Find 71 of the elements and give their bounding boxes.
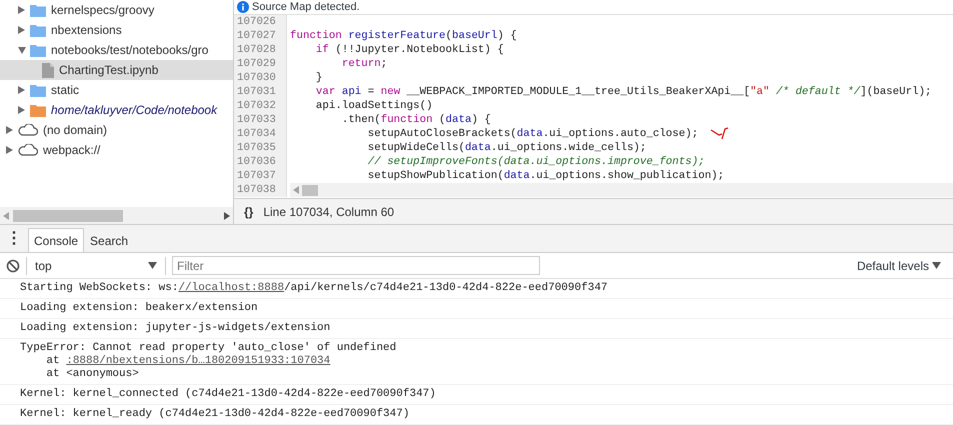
scrollbar-thumb[interactable] — [302, 184, 318, 196]
tree-item[interactable]: home/takluyver/Code/notebook — [0, 100, 233, 120]
line-number: 107030 — [234, 71, 287, 85]
tree-item[interactable]: notebooks/test/notebooks/gro — [0, 40, 233, 60]
notification-text: Source Map detected. — [252, 0, 360, 15]
code-line: api.loadSettings() — [314, 99, 433, 113]
expand-arrow-icon[interactable] — [18, 26, 25, 34]
line-number: 107034 — [234, 127, 287, 141]
console-message: Kernel: kernel_ready (c74d4e21-13d0-42d4-822e-eed70090f347) — [0, 405, 953, 425]
code-line: var api = new __WEBPACK_IMPORTED_MODULE_1__tree_Utils_BeakerXApi__["a" /* default */](baseUrl); — [314, 85, 932, 99]
filter-field[interactable]: Filter — [172, 256, 540, 275]
folder-icon — [30, 44, 46, 56]
tree-item[interactable]: static — [0, 80, 233, 100]
line-number: 107032 — [234, 99, 287, 113]
context-dropdown[interactable]: top — [26, 256, 166, 274]
code-line: return; — [340, 57, 388, 71]
expand-arrow-icon[interactable] — [18, 6, 25, 14]
folder-icon — [30, 4, 46, 16]
scroll-right-arrow-icon[interactable] — [224, 212, 230, 220]
dropdown-arrow-icon — [932, 262, 941, 269]
tree-item[interactable]: (no domain) — [0, 120, 233, 140]
scrollbar-thumb[interactable] — [13, 210, 123, 222]
console-message: Loading extension: jupyter-js-widgets/extension — [0, 319, 953, 339]
line-number: 107031 — [234, 85, 287, 99]
code-line: // setupImproveFonts(data.ui_options.improve_fonts); — [366, 155, 705, 169]
code-line: setupShowPublication(data.ui_options.show_publication); — [366, 169, 724, 183]
panel-tab[interactable]: Search — [84, 228, 134, 252]
line-number: 107026 — [234, 15, 287, 29]
expand-arrow-icon[interactable] — [6, 126, 13, 134]
console-message: Loading extension: beakerx/extension — [0, 299, 953, 319]
code-line: .then(function (data) { — [340, 113, 491, 127]
console-message: Kernel: kernel_connected (c74d4e21-13d0-42d4-822e-eed70090f347) — [0, 385, 953, 405]
source-link[interactable]: //localhost:8888 — [178, 282, 284, 294]
menu-icon[interactable]: ⋮ — [0, 229, 28, 252]
levels-dropdown[interactable]: Default levels — [856, 256, 941, 274]
expand-arrow-icon[interactable] — [18, 106, 25, 114]
tree-item[interactable]: ChartingTest.ipynb — [0, 60, 233, 80]
expand-arrow-icon[interactable] — [18, 86, 25, 94]
source-link[interactable]: :8888/nbextensions/b…180209151933:107034 — [66, 355, 330, 367]
tree-item[interactable]: kernelspecs/groovy — [0, 0, 233, 20]
clear-console-icon[interactable] — [6, 258, 20, 272]
expand-arrow-icon[interactable] — [6, 146, 13, 154]
code-line: setupWideCells(data.ui_options.wide_cells); — [366, 141, 646, 155]
line-number: 107038 — [234, 183, 287, 197]
dropdown-arrow-icon — [148, 262, 157, 269]
info-icon — [237, 1, 249, 13]
folder-icon — [30, 104, 46, 116]
line-number: 107037 — [234, 169, 287, 183]
folder-icon — [30, 24, 46, 36]
line-number: 107028 — [234, 43, 287, 57]
console-message: Starting WebSockets: ws://localhost:8888/api/kernels/c74d4e21-13d0-42d4-822e-eed70090f347 — [0, 279, 953, 299]
cloud-icon — [18, 124, 38, 136]
file-icon — [42, 62, 54, 78]
folder-icon — [30, 84, 46, 96]
cloud-icon — [18, 144, 38, 156]
line-number: 107029 — [234, 57, 287, 71]
code-line: if (!!Jupyter.NotebookList) { — [314, 43, 504, 57]
collapse-arrow-icon[interactable] — [18, 46, 26, 54]
line-number: 107036 — [234, 155, 287, 169]
line-number: 107035 — [234, 141, 287, 155]
console-message: TypeError: Cannot read property 'auto_close' of undefined at :8888/nbextensions/b…180209151933:107034 at <anonymous> — [0, 339, 953, 385]
tree-item[interactable]: webpack:// — [0, 140, 233, 160]
panel-tab[interactable]: Console — [28, 228, 84, 252]
cursor-position: Line 107034, Column 60 — [263, 204, 394, 220]
code-line: function registerFeature(baseUrl) { — [289, 29, 517, 43]
line-number: 107033 — [234, 113, 287, 127]
code-line: setupAutoCloseBrackets(data.ui_options.auto_close); — [366, 127, 698, 141]
pretty-print-button[interactable]: {} — [244, 202, 254, 220]
line-number: 107027 — [234, 29, 287, 43]
code-line: } — [314, 71, 322, 85]
tree-item[interactable]: nbextensions — [0, 20, 233, 40]
